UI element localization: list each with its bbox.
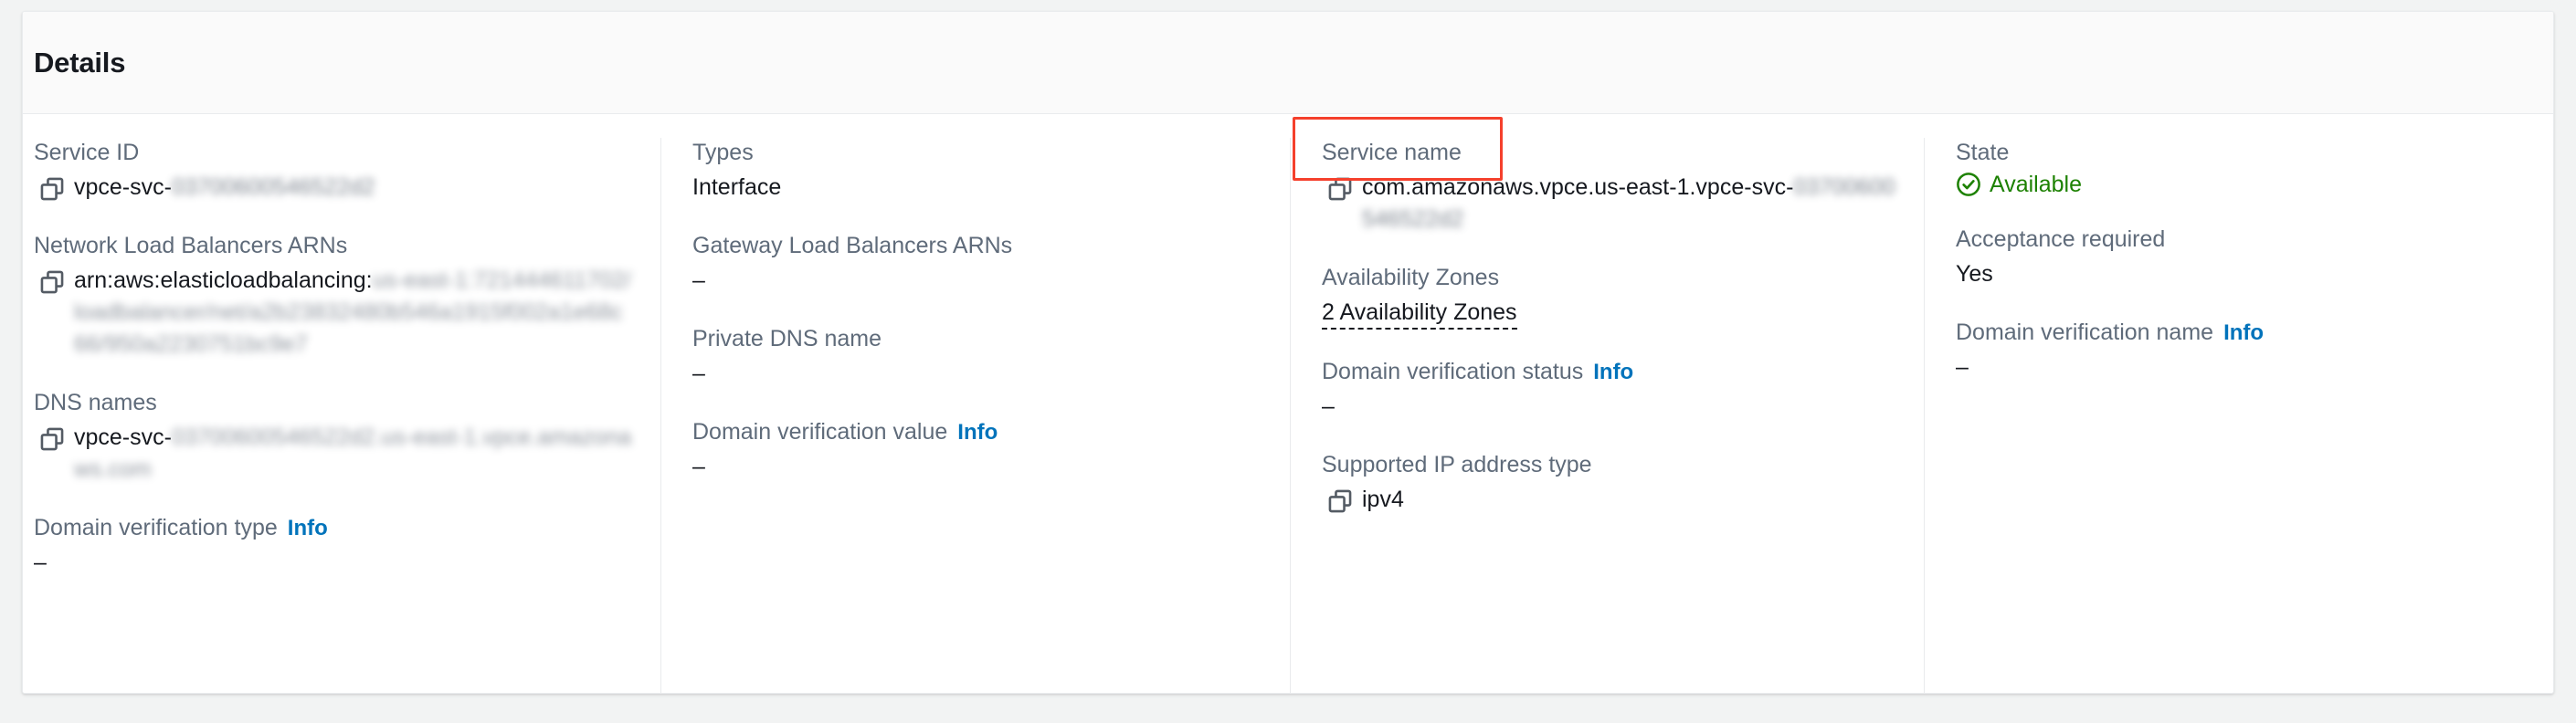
types-value: Interface [692, 174, 782, 200]
field-label-text: Domain verification value [692, 419, 948, 445]
copy-icon[interactable] [1322, 172, 1362, 202]
field-availability-zones: Availability Zones 2 Availability Zones [1322, 263, 1898, 330]
field-label-text: Availability Zones [1322, 265, 1500, 290]
details-column-4: State Available Acceptance required Yes … [1924, 138, 2553, 693]
field-label: State [1956, 138, 2528, 168]
copy-icon[interactable] [34, 265, 74, 295]
field-label-text: Types [692, 140, 754, 165]
value-redacted: 03700600546522d2 [171, 174, 375, 200]
value-prefix: com.amazonaws.vpce.us-east-1.vpce-svc- [1362, 174, 1794, 200]
field-types: Types Interface [692, 138, 1264, 204]
field-value: arn:aws:elasticloadbalancing:us-east-1:7… [34, 265, 635, 361]
domain-verification-status-value: – [1322, 393, 1335, 419]
field-private-dns-name: Private DNS name – [692, 324, 1264, 390]
field-value: – [34, 550, 47, 575]
field-label: Service ID [34, 138, 635, 168]
field-label: Domain verification type Info [34, 513, 635, 543]
gwlb-arns-value: – [692, 267, 705, 293]
field-gwlb-arns: Gateway Load Balancers ARNs – [692, 231, 1264, 297]
field-label-text: Private DNS name [692, 326, 882, 351]
field-label-text: Service ID [34, 140, 140, 165]
field-acceptance-required: Acceptance required Yes [1956, 225, 2528, 290]
field-label-text: Network Load Balancers ARNs [34, 233, 348, 258]
details-column-1: Service ID vpce-svc-03700600546522d2 Net… [23, 138, 660, 693]
domain-verification-value: – [692, 454, 705, 479]
field-label-text: State [1956, 140, 2010, 165]
field-label: Network Load Balancers ARNs [34, 231, 635, 261]
info-link[interactable]: Info [1593, 358, 1633, 387]
service-name-value: com.amazonaws.vpce.us-east-1.vpce-svc-03… [1362, 172, 1898, 236]
nlb-arn-value: arn:aws:elasticloadbalancing:us-east-1:7… [74, 265, 635, 361]
field-label-text: Gateway Load Balancers ARNs [692, 233, 1013, 258]
state-value: Available [1990, 171, 2083, 197]
status-badge: Available [1956, 172, 2528, 197]
field-label-text: Domain verification name [1956, 320, 2214, 345]
copy-icon[interactable] [1322, 484, 1362, 514]
field-label: Domain verification name Info [1956, 318, 2528, 348]
info-link[interactable]: Info [957, 418, 998, 447]
service-id-value: vpce-svc-03700600546522d2 [74, 172, 635, 204]
field-state: State Available [1956, 138, 2528, 197]
value-prefix: arn:aws:elasticloadbalancing: [74, 267, 373, 293]
field-label: Private DNS name [692, 324, 1264, 354]
check-circle-icon [1956, 172, 1981, 197]
field-label: Service name [1322, 138, 1898, 168]
field-service-name: Service name com.amazonaws.vpce.us-east-… [1322, 138, 1898, 236]
page-title: Details [34, 47, 126, 79]
field-label-text: Domain verification type [34, 515, 278, 540]
details-column-2: Types Interface Gateway Load Balancers A… [660, 138, 1290, 693]
field-value: vpce-svc-03700600546522d2 [34, 172, 635, 204]
details-columns: Service ID vpce-svc-03700600546522d2 Net… [23, 114, 2553, 693]
acceptance-required-value: Yes [1956, 261, 1993, 287]
details-column-3: Service name com.amazonaws.vpce.us-east-… [1290, 138, 1924, 693]
value-prefix: vpce-svc- [74, 424, 172, 450]
field-service-id: Service ID vpce-svc-03700600546522d2 [34, 138, 635, 204]
supported-ip-address-type-value: ipv4 [1362, 487, 1404, 512]
field-label: Availability Zones [1322, 263, 1898, 293]
field-dns-names: DNS names vpce-svc-03700600546522d2.us-e… [34, 388, 635, 486]
field-label: Domain verification value Info [692, 417, 1264, 447]
field-label-text: DNS names [34, 390, 157, 415]
field-label: Domain verification status Info [1322, 357, 1898, 387]
field-nlb-arns: Network Load Balancers ARNs arn:aws:elas… [34, 231, 635, 361]
field-label-text: Service name [1322, 140, 1462, 165]
field-supported-ip-address-type: Supported IP address type ipv4 [1322, 450, 1898, 516]
field-value: com.amazonaws.vpce.us-east-1.vpce-svc-03… [1322, 172, 1898, 236]
screen-root: Details Service ID vpce-svc-037006005465… [0, 0, 2576, 723]
details-card: Details Service ID vpce-svc-037006005465… [22, 11, 2554, 694]
availability-zones-popover-link[interactable]: 2 Availability Zones [1322, 299, 1517, 330]
field-label-text: Domain verification status [1322, 359, 1584, 384]
domain-verification-name-value: – [1956, 354, 1969, 380]
field-value: 2 Availability Zones [1322, 297, 1898, 330]
field-value: vpce-svc-03700600546522d2.us-east-1.vpce… [34, 422, 635, 486]
field-domain-verification-type: Domain verification type Info – [34, 513, 635, 579]
private-dns-name-value: – [692, 361, 705, 386]
details-card-header: Details [23, 12, 2553, 114]
field-label-text: Supported IP address type [1322, 452, 1592, 477]
dns-names-value: vpce-svc-03700600546522d2.us-east-1.vpce… [74, 422, 635, 486]
info-link[interactable]: Info [2223, 319, 2264, 348]
info-link[interactable]: Info [288, 514, 328, 543]
copy-icon[interactable] [34, 422, 74, 452]
field-domain-verification-name: Domain verification name Info – [1956, 318, 2528, 383]
field-label: Acceptance required [1956, 225, 2528, 255]
field-label: Types [692, 138, 1264, 168]
field-domain-verification-value: Domain verification value Info – [692, 417, 1264, 483]
field-domain-verification-status: Domain verification status Info – [1322, 357, 1898, 423]
field-value: ipv4 [1322, 484, 1898, 516]
field-label: Gateway Load Balancers ARNs [692, 231, 1264, 261]
field-label: DNS names [34, 388, 635, 418]
field-label: Supported IP address type [1322, 450, 1898, 480]
copy-icon[interactable] [34, 172, 74, 202]
value-prefix: vpce-svc- [74, 174, 172, 200]
field-label-text: Acceptance required [1956, 226, 2166, 252]
